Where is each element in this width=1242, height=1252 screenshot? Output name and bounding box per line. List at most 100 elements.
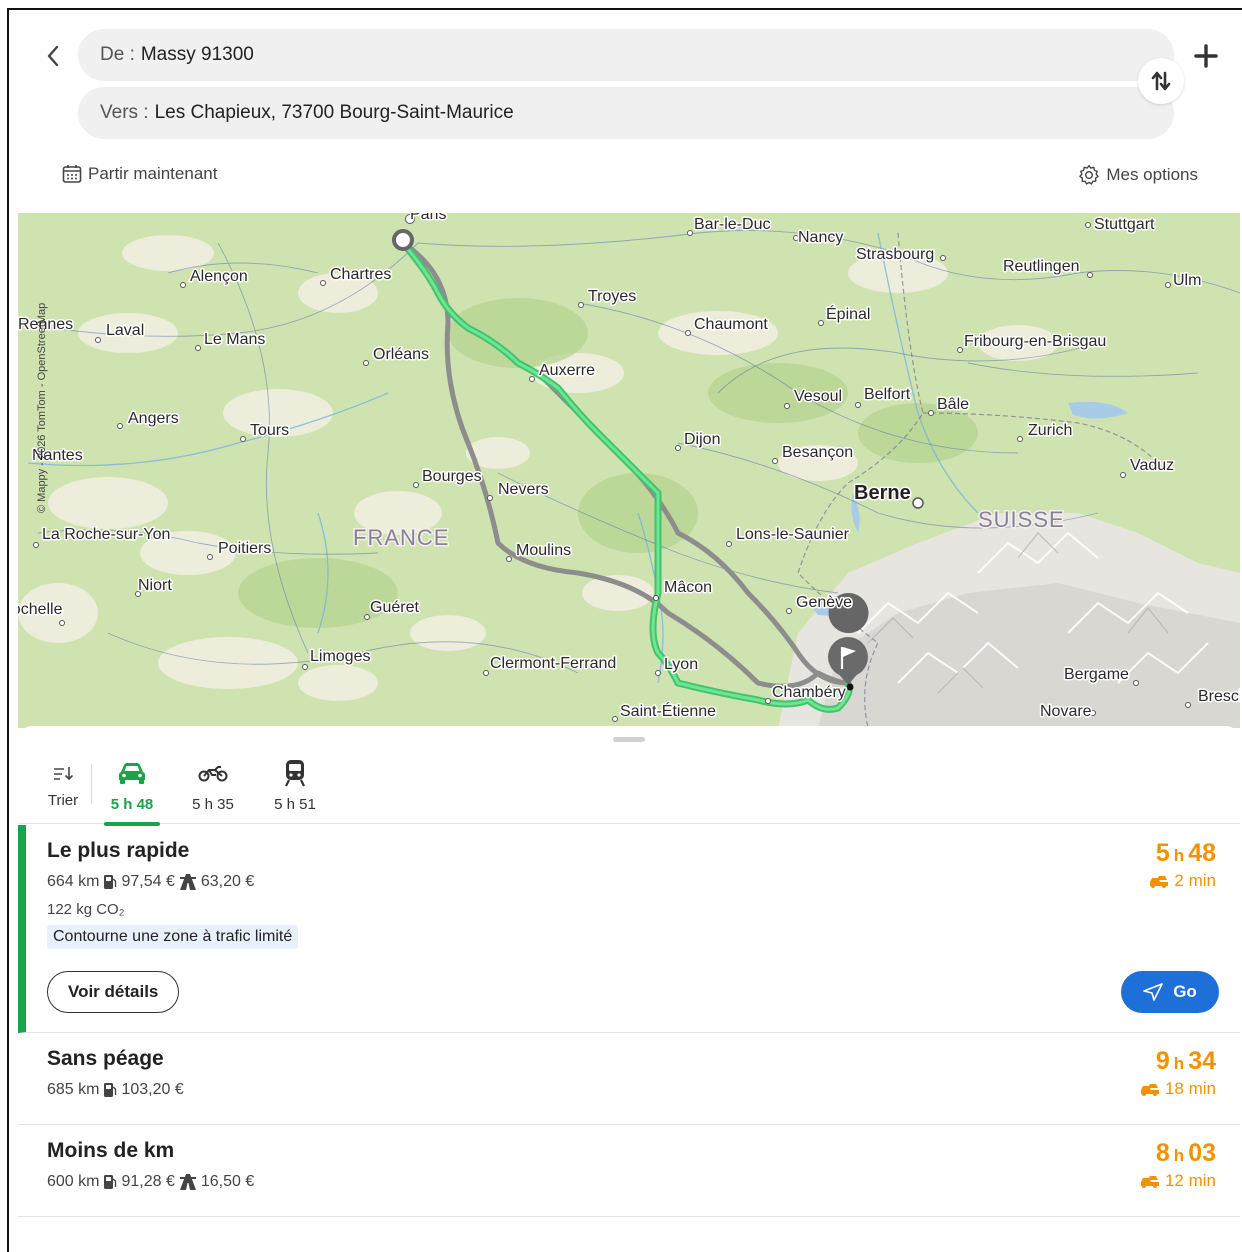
tab-divider xyxy=(91,764,92,804)
map-label-chartres: Chartres xyxy=(330,266,391,283)
route-co2: 122 kg CO₂ xyxy=(47,901,125,918)
map-label-besancon: Besançon xyxy=(782,444,853,461)
origin-label: De : xyxy=(100,44,135,65)
map-label-la-rochelle: La Rochelle xyxy=(18,601,63,618)
route-option-shortest[interactable]: Moins de km 600 km 91,28 € 16,50 € 8 h 03 … xyxy=(18,1125,1240,1217)
sort-button[interactable]: Trier xyxy=(33,758,93,824)
route-duration: 9 h 34 xyxy=(1155,1047,1216,1075)
map-label-reutlingen: Reutlingen xyxy=(1003,258,1080,275)
origin-field[interactable]: De : Massy 91300 xyxy=(78,29,1174,81)
route-fuel-cost: 103,20 € xyxy=(121,1081,184,1098)
map-label-angers: Angers xyxy=(128,410,179,427)
map-label-belfort: Belfort xyxy=(864,386,911,403)
map-label-clermont-ferrand: Clermont-Ferrand xyxy=(490,655,616,672)
destination-field[interactable]: Vers : Les Chapieux, 73700 Bourg-Saint-M… xyxy=(78,87,1174,139)
plus-icon xyxy=(1194,44,1218,68)
map-label-le-mans: Le Mans xyxy=(204,331,265,348)
my-options-button[interactable]: Mes options xyxy=(1078,164,1198,186)
map-label-lyon: Lyon xyxy=(664,656,698,673)
route-hours: 8 xyxy=(1155,1139,1170,1167)
train-time: 5 h 51 xyxy=(274,796,316,813)
map-label-vaduz: Vaduz xyxy=(1130,457,1174,474)
traffic-car-icon xyxy=(1140,1084,1159,1096)
map-label-bale: Bâle xyxy=(937,396,969,413)
route-distance: 664 km xyxy=(47,873,100,890)
depart-now-label: Partir maintenant xyxy=(88,164,218,183)
route-fuel-cost: 97,54 € xyxy=(121,873,175,890)
car-time: 5 h 48 xyxy=(110,796,154,813)
origin-value: Massy 91300 xyxy=(140,44,254,65)
map-country-suisse: SUISSE xyxy=(978,507,1065,532)
map-label-nancy: Nancy xyxy=(798,229,843,246)
map-label-chambery: Chambéry xyxy=(772,684,846,701)
route-title: Moins de km xyxy=(47,1139,175,1162)
route-duration: 8 h 03 xyxy=(1155,1139,1216,1167)
route-traffic-delay: 12 min xyxy=(1139,1171,1216,1191)
depart-now-button[interactable]: Partir maintenant xyxy=(62,164,217,184)
route-map[interactable]: Paris Bar-le-Duc Nancy Strasbourg Stuttg… xyxy=(18,213,1240,728)
add-stop-button[interactable] xyxy=(1188,38,1224,74)
chevron-left-icon xyxy=(47,45,59,67)
fuel-icon xyxy=(104,1083,117,1097)
map-country-france: FRANCE xyxy=(353,525,449,550)
map-label-fribourg: Fribourg-en-Brisgau xyxy=(964,333,1106,350)
map-label-niort: Niort xyxy=(138,577,172,594)
route-meta: 600 km 91,28 € 16,50 € xyxy=(47,1173,254,1191)
map-label-troyes: Troyes xyxy=(588,288,636,305)
sort-icon xyxy=(54,767,74,781)
map-label-orleans: Orléans xyxy=(373,346,429,363)
map-label-novare: Novare xyxy=(1040,703,1092,720)
tab-train[interactable]: 5 h 51 xyxy=(265,758,325,824)
map-label-bergame: Bergame xyxy=(1064,666,1129,683)
map-label-tours: Tours xyxy=(250,422,289,439)
view-details-button[interactable]: Voir détails xyxy=(47,971,180,1013)
back-button[interactable] xyxy=(38,38,68,74)
tab-car[interactable]: 5 h 48 xyxy=(102,758,162,826)
map-label-poitiers: Poitiers xyxy=(218,540,271,557)
map-label-brescia: Brescia xyxy=(1198,688,1240,705)
route-toll-cost: 16,50 € xyxy=(200,1173,255,1190)
transport-tabs: Trier 5 h 48 5 h 35 5 h 51 xyxy=(18,758,1240,826)
route-minutes: 34 xyxy=(1188,1047,1216,1075)
calendar-icon xyxy=(62,165,82,183)
map-label-limoges: Limoges xyxy=(310,648,370,665)
map-label-nevers: Nevers xyxy=(498,481,549,498)
map-label-berne: Berne xyxy=(854,482,911,504)
swap-button[interactable] xyxy=(1138,58,1184,104)
toll-icon xyxy=(179,874,196,890)
route-meta: 685 km 103,20 € xyxy=(47,1081,184,1099)
route-delay-text: 12 min xyxy=(1164,1171,1216,1190)
my-options-label: Mes options xyxy=(1106,165,1198,184)
map-label-laval: Laval xyxy=(106,322,144,339)
route-minutes: 48 xyxy=(1188,839,1216,867)
route-title: Le plus rapide xyxy=(47,839,190,862)
map-label-chaumont: Chaumont xyxy=(694,316,768,333)
map-label-la-roche-sur-yon: La Roche-sur-Yon xyxy=(42,526,170,543)
map-label-zurich: Zurich xyxy=(1028,422,1072,439)
route-fuel-cost: 91,28 € xyxy=(121,1173,175,1190)
sheet-drag-handle[interactable] xyxy=(613,737,645,742)
train-icon xyxy=(285,760,305,787)
route-distance: 600 km xyxy=(47,1173,100,1190)
toll-icon xyxy=(179,1174,196,1190)
route-delay-text: 2 min xyxy=(1174,871,1216,890)
gear-icon xyxy=(1079,164,1100,185)
route-option-no-toll[interactable]: Sans péage 685 km 103,20 € 9 h 34 18 min xyxy=(18,1033,1240,1125)
route-traffic-delay: 18 min xyxy=(1139,1079,1216,1099)
route-hours: 9 xyxy=(1155,1047,1170,1075)
route-option-fastest[interactable]: Le plus rapide 664 km 97,54 € 63,20 € 12… xyxy=(18,825,1240,1033)
swap-icon xyxy=(1151,71,1171,91)
map-label-geneve: Genève xyxy=(796,594,852,611)
map-label-dijon: Dijon xyxy=(684,431,720,448)
map-label-macon: Mâcon xyxy=(664,579,712,596)
map-label-stuttgart: Stuttgart xyxy=(1094,216,1155,233)
route-distance: 685 km xyxy=(47,1081,100,1098)
go-button[interactable]: Go xyxy=(1121,971,1219,1013)
map-label-bourges: Bourges xyxy=(422,468,482,485)
map-label-auxerre: Auxerre xyxy=(539,362,595,379)
route-duration: 5 h 48 xyxy=(1155,839,1216,867)
map-copyright: © Mappy - 2026 TomTom - OpenStreetMap xyxy=(36,303,48,513)
fuel-icon xyxy=(104,875,117,889)
moto-time: 5 h 35 xyxy=(192,796,234,813)
tab-motorbike[interactable]: 5 h 35 xyxy=(183,758,243,824)
